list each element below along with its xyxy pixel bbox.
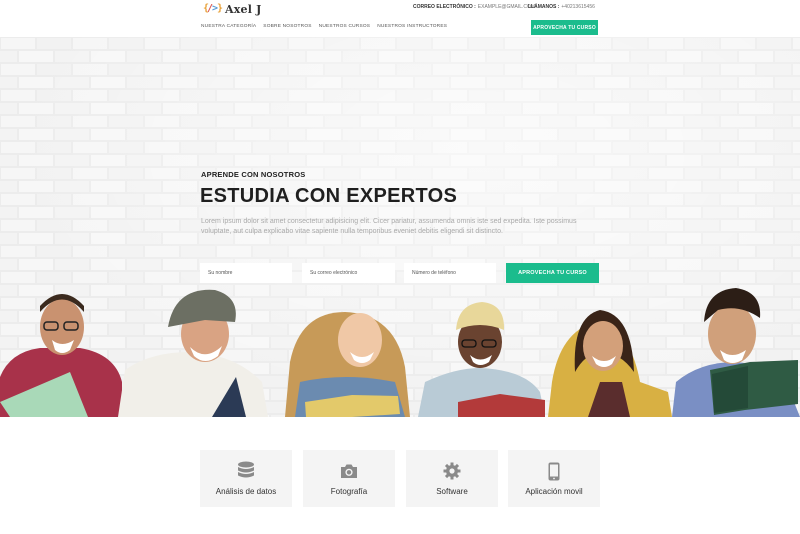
student-figure [548,310,672,417]
student-figure [118,289,268,417]
site-header: { / > } Axel J CORREO ELECTRÓNICO : EXAMP… [0,0,800,37]
feature-label: Aplicación movil [525,487,583,496]
email-input[interactable]: Su correo electrónico [302,263,395,283]
student-figure [0,294,122,417]
feature-label: Análisis de datos [215,487,277,496]
hero-cta-button[interactable]: APROVECHA TU CURSO [506,263,599,283]
features-row: Análisis de datos Fotografía Software Ap… [200,450,600,507]
mobile-icon [544,461,564,481]
signup-form: Su nombre Su correo electrónico Número d… [200,263,600,283]
brand-logo[interactable]: { / > } Axel J [203,1,262,17]
nav-item-categoria[interactable]: NUESTRA CATEGORÍA [201,24,256,29]
hero-kicker: APRENDE CON NOSOTROS [201,170,306,179]
camera-icon [339,461,359,481]
feature-label: Fotografía [330,487,368,496]
name-input[interactable]: Su nombre [200,263,292,283]
phone-label: LLÁMANOS : [528,4,560,10]
students-reading-photo [0,288,800,417]
database-icon [236,461,256,481]
nav-item-cursos[interactable]: NUESTROS CURSOS [319,24,371,29]
feature-card-photography[interactable]: Fotografía [303,450,395,507]
contact-email: CORREO ELECTRÓNICO : EXAMPLE@GMAIL.COM [413,4,535,10]
brand-name: Axel J [225,2,262,16]
nav-item-instructores[interactable]: NUESTROS INSTRUCTORES [377,24,447,29]
student-figure [285,312,410,417]
hero-headline: ESTUDIA CON EXPERTOS [200,185,458,207]
feature-card-mobile-app[interactable]: Aplicación movil [508,450,600,507]
student-figure [672,288,800,417]
contact-phone: LLÁMANOS : +40213615456 [528,4,595,10]
phone-input[interactable]: Número de teléfono [404,263,496,283]
feature-label: Software [436,487,468,496]
header-cta-button[interactable]: APROVECHA TU CURSO [531,20,598,35]
student-figure [418,302,545,417]
nav-item-sobre-nosotros[interactable]: SOBRE NOSOTROS [263,24,311,29]
logo-mark: { / > } [203,3,224,14]
email-label: CORREO ELECTRÓNICO : [413,4,476,10]
feature-card-software[interactable]: Software [406,450,498,507]
feature-card-data-analysis[interactable]: Análisis de datos [200,450,292,507]
phone-value[interactable]: +40213615456 [561,4,595,10]
email-value[interactable]: EXAMPLE@GMAIL.COM [478,4,535,10]
hero-section: APRENDE CON NOSOTROS ESTUDIA CON EXPERTO… [0,37,800,417]
gear-icon [442,461,462,481]
hero-lead-text: Lorem ipsum dolor sit amet consectetur a… [201,218,577,235]
main-nav: NUESTRA CATEGORÍA SOBRE NOSOTROS NUESTRO… [201,24,447,29]
